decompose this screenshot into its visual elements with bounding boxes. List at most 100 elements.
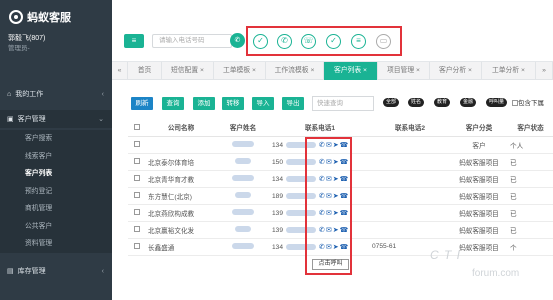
check-icon[interactable]: ✓ [326,34,341,49]
masked-name [232,141,254,148]
phone-number-input[interactable]: 请输入电话号码 [152,34,232,48]
dial-button[interactable]: ✆ [230,33,245,48]
col-phone2[interactable]: 联系电话2 [370,119,450,137]
col-phone1[interactable]: 联系电话1 [270,119,370,137]
filter-name[interactable]: 姓名 [408,98,425,107]
company-cell: 北京泰尔体育培 [146,153,216,171]
watermark-url: forum.com [472,268,520,279]
watermark: C T I [430,248,461,262]
user-name: 郭毅飞(807) [8,35,46,42]
row-checkbox[interactable] [128,170,146,188]
customer-name-cell[interactable] [216,187,270,205]
logo-text: 蚂蚁客服 [27,12,71,24]
phone2-cell [370,204,450,222]
filter-education[interactable]: 教育 [434,98,451,107]
tab-workflow-template[interactable]: 工作流模板 × [266,62,324,80]
submenu-item[interactable]: 公共客户 [0,218,112,236]
tab-ticket-template[interactable]: 工单模板 × [214,62,266,80]
tab-scroll-right-icon[interactable]: » [536,62,553,80]
col-company[interactable]: 公司名称 [146,119,216,137]
filter-finance[interactable]: 金融 [460,98,477,107]
phone-icon[interactable]: ✆ [277,34,292,49]
category-cell: 蚂蚁客服项目 [450,187,508,205]
import-button[interactable]: 导入 [252,97,274,110]
include-subordinates-label: 包含下属 [518,100,544,107]
customer-name-cell[interactable] [216,136,270,154]
logo-mark-icon [9,10,23,24]
export-button[interactable]: 导出 [282,97,304,110]
tab-bar: « 首页 短信配置 × 工单模板 × 工作流模板 × 客户列表 × 项目管理 ×… [112,62,553,80]
user-role[interactable]: 管理员- [8,44,104,54]
include-subordinates[interactable]: 包含下属 [512,97,544,107]
submenu-item-active[interactable]: 客户列表 [0,165,112,183]
tab-customer-list[interactable]: 客户列表 × [324,62,378,80]
status-cell: 已 [508,153,553,171]
tab-ticket-analysis[interactable]: 工单分析 × [482,62,536,80]
nav-inventory[interactable]: ▤ 库存管理 ‹ [0,262,112,280]
tab-project-management[interactable]: 项目管理 × [378,62,430,80]
phone-transfer-icon[interactable]: ☏ [301,34,316,49]
phone1-prefix: 134 [272,175,284,183]
check-circle-icon[interactable]: ✓ [253,34,268,49]
company-cell: 长鑫盛通 [146,238,216,256]
phone1-prefix: 134 [272,141,284,149]
quick-search-input[interactable]: 快速查询 [312,96,374,111]
tab-customer-analysis[interactable]: 客户分析 × [430,62,482,80]
refresh-button[interactable]: 刷新 [131,97,153,110]
status-cell: 已 [508,221,553,239]
col-customer-name[interactable]: 客户姓名 [216,119,270,137]
row-checkbox[interactable] [128,238,146,256]
nav-my-work[interactable]: ⌂ 我的工作 ‹ [0,85,112,103]
row-checkbox[interactable] [128,187,146,205]
submenu-item[interactable]: 线索客户 [0,148,112,166]
top-bar: ≡ 请输入电话号码 ✆ ✓ ✆ ☏ ✓ ≡ ▭ [112,0,553,62]
nav-customer-management[interactable]: ▣ 客户管理 ⌄ [0,110,112,128]
company-cell: 北京燕欣构成教 [146,204,216,222]
tab-home[interactable]: 首页 [128,62,162,80]
menu-toggle-button[interactable]: ≡ [124,34,144,48]
submenu-item[interactable]: 商机管理 [0,200,112,218]
company-cell [146,136,216,154]
customer-name-cell[interactable] [216,170,270,188]
row-checkbox[interactable] [128,204,146,222]
customer-name-cell[interactable] [216,204,270,222]
customer-name-cell[interactable] [216,153,270,171]
query-button[interactable]: 查询 [162,97,184,110]
status-cell: 已 [508,187,553,205]
phone2-cell [370,221,450,239]
filter-all[interactable]: 全部 [383,98,400,107]
chevron-down-icon: ⌄ [98,116,104,123]
submenu-item[interactable]: 预约登记 [0,183,112,201]
transfer-button[interactable]: 转移 [222,97,244,110]
nav-my-work-label: 我的工作 [15,91,44,98]
sidebar: 蚂蚁客服 郭毅飞(807) 管理员- ⌂ 我的工作 ‹ ▣ 客户管理 ⌄ 客户搜… [0,0,112,300]
masked-name [232,175,254,182]
col-status[interactable]: 客户状态 [508,119,553,137]
customer-name-cell[interactable] [216,221,270,239]
add-button[interactable]: 添加 [193,97,215,110]
masked-name [232,209,254,216]
phone1-prefix: 189 [272,192,284,200]
select-all-checkbox[interactable] [128,119,146,137]
filter-call-volume[interactable]: 呼叫量 [486,98,508,107]
submenu-item[interactable]: 客户搜索 [0,130,112,148]
status-cell: 个人 [508,136,553,154]
masked-name [235,226,251,233]
phone1-prefix: 150 [272,158,284,166]
phone1-prefix: 139 [272,226,284,234]
box-icon: ▤ [7,268,14,275]
tab-sms-config[interactable]: 短信配置 × [162,62,214,80]
row-checkbox[interactable] [128,136,146,154]
row-checkbox[interactable] [128,221,146,239]
tab-scroll-left-icon[interactable]: « [112,62,128,80]
user-info: 郭毅飞(807) 管理员- [0,34,112,54]
masked-name [232,243,254,250]
col-category[interactable]: 客户分类 [450,119,508,137]
voicemail-icon[interactable]: ▭ [376,34,391,49]
nav-customer-management-label: 客户管理 [17,116,46,123]
customer-name-cell[interactable] [216,238,270,256]
row-checkbox[interactable] [128,153,146,171]
notes-icon[interactable]: ≡ [351,34,366,49]
click-to-call-tooltip: 点击呼叫 [312,259,349,270]
submenu-item[interactable]: 资料管理 [0,235,112,253]
